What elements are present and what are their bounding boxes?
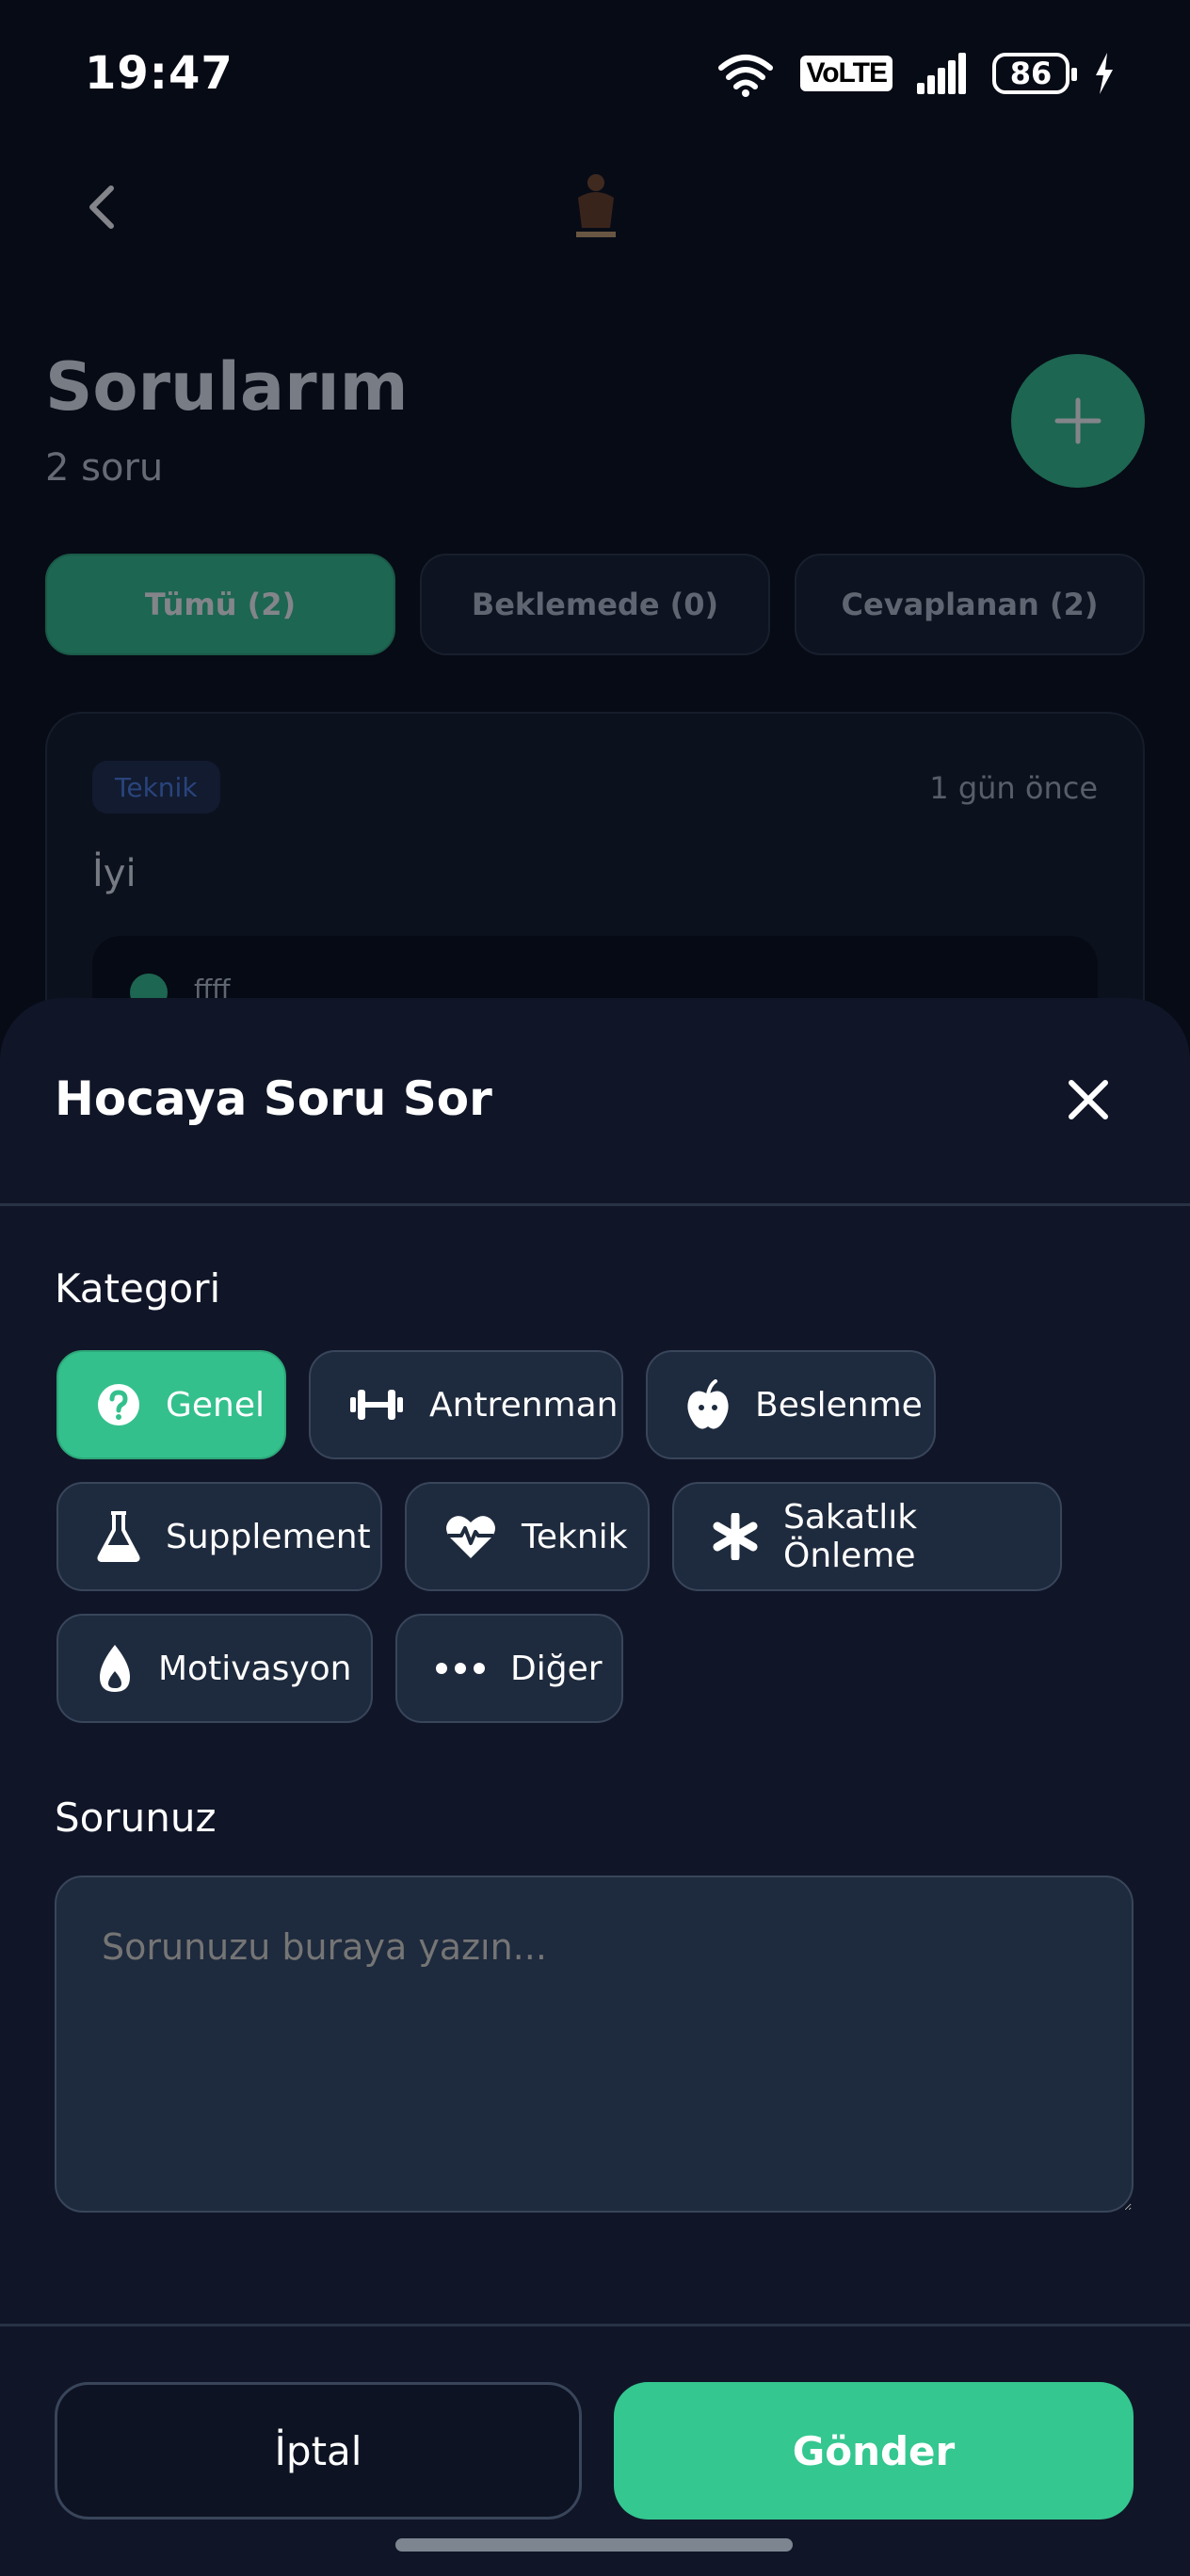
chip-label: Motivasyon — [158, 1649, 352, 1688]
chip-label: Supplement — [166, 1517, 371, 1556]
chip-label: Diğer — [510, 1649, 603, 1688]
footer-divider — [0, 2324, 1190, 2326]
question-label: Sorunuz — [55, 1795, 217, 1841]
send-button[interactable]: Gönder — [614, 2382, 1134, 2520]
category-chip-beslenme[interactable]: Beslenme — [646, 1350, 936, 1459]
category-chip-genel[interactable]: Genel — [56, 1350, 286, 1459]
plus-icon — [1054, 397, 1102, 444]
filter-all[interactable]: Tümü (2) — [45, 554, 395, 655]
add-question-button[interactable] — [1011, 354, 1145, 488]
filter-answered[interactable]: Cevaplanan (2) — [795, 554, 1145, 655]
category-chip-sakatlik-onleme[interactable]: Sakatlık Önleme — [672, 1482, 1062, 1591]
sheet-title: Hocaya Soru Sor — [55, 1071, 492, 1126]
filter-pending[interactable]: Beklemede (0) — [420, 554, 770, 655]
questions-page: Sorularım 2 soru Tümü (2) Beklemede (0) … — [0, 0, 1190, 1088]
page-title: Sorularım — [45, 348, 409, 426]
brand-logo — [576, 174, 616, 237]
category-tag: Teknik — [92, 761, 220, 813]
category-chip-supplement[interactable]: Supplement — [56, 1482, 382, 1591]
category-chip-motivasyon[interactable]: Motivasyon — [56, 1614, 373, 1723]
sheet-divider — [0, 1203, 1190, 1206]
category-chip-antrenman[interactable]: Antrenman — [309, 1350, 623, 1459]
chip-label: Antrenman — [429, 1385, 619, 1425]
flame-icon — [100, 1645, 130, 1692]
dumbbell-icon — [350, 1390, 403, 1420]
close-icon[interactable] — [1062, 1073, 1115, 1126]
question-circle-icon — [98, 1384, 139, 1425]
chip-label: Beslenme — [755, 1385, 923, 1425]
chip-label: Sakatlık Önleme — [783, 1498, 918, 1575]
home-indicator[interactable] — [395, 2538, 793, 2552]
more-dots-icon — [436, 1663, 485, 1674]
apple-icon — [687, 1379, 729, 1429]
ask-question-sheet — [0, 998, 1190, 2576]
chip-label: Teknik — [522, 1517, 628, 1556]
question-input[interactable] — [55, 1876, 1134, 2213]
category-label: Kategori — [55, 1265, 221, 1312]
question-text: İyi — [92, 852, 137, 895]
back-icon[interactable] — [75, 179, 132, 235]
question-count: 2 soru — [45, 446, 164, 490]
category-chip-diger[interactable]: Diğer — [395, 1614, 623, 1723]
question-time: 1 gün önce — [929, 770, 1098, 806]
flask-icon — [97, 1511, 140, 1562]
chip-label: Genel — [166, 1385, 265, 1425]
asterisk-icon — [713, 1513, 758, 1560]
heart-pulse-icon — [446, 1516, 495, 1558]
category-chip-teknik[interactable]: Teknik — [405, 1482, 650, 1591]
cancel-button[interactable]: İptal — [55, 2382, 582, 2520]
